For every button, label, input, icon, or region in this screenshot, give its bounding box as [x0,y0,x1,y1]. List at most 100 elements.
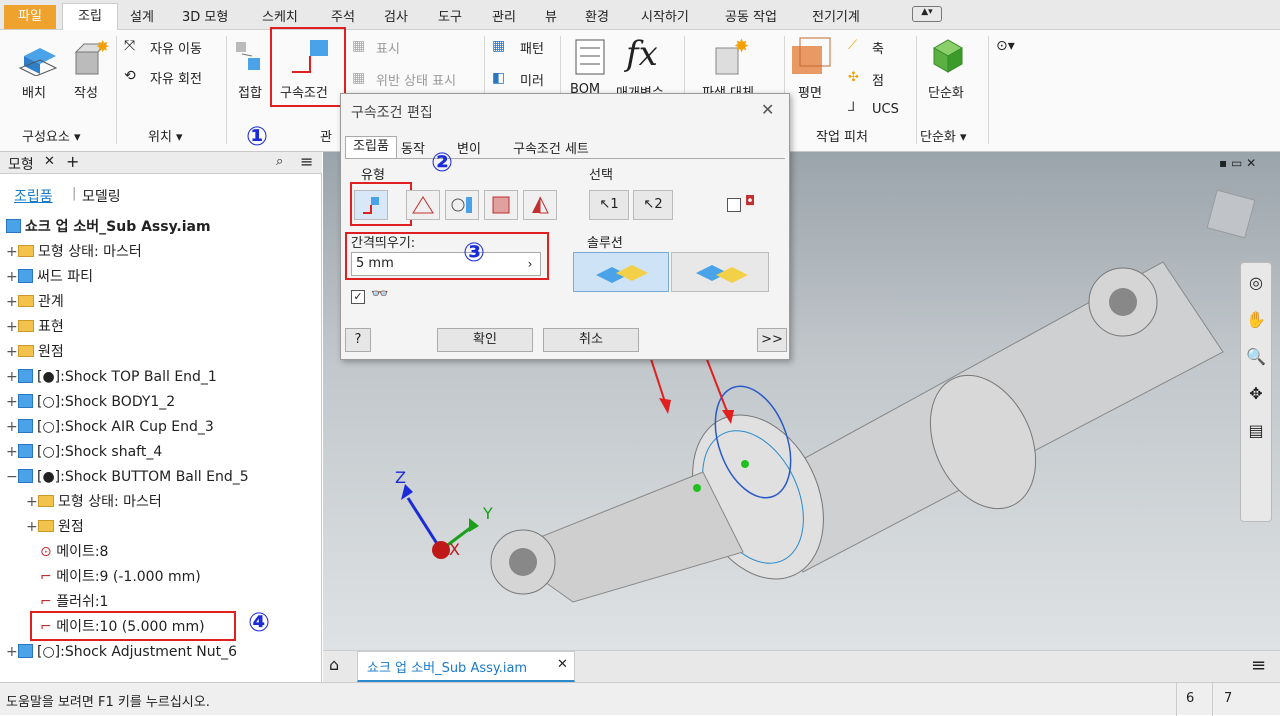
orbit-icon[interactable]: ✥ [1241,384,1271,403]
tab-sketch[interactable]: 스케치 [262,6,298,25]
mirror-button[interactable]: 미러 [520,70,544,89]
expand-icon[interactable]: + [6,440,18,464]
tab-get-started[interactable]: 시작하기 [641,6,689,25]
tab-electromechanical[interactable]: 전기기계 [812,6,860,25]
pattern-button[interactable]: 패턴 [520,38,544,57]
help-button[interactable]: ? [345,328,371,352]
tab-assembly[interactable]: 조립품 [345,136,397,158]
show-sick-button[interactable]: 위반 상태 표시 [376,70,456,89]
tab-environments[interactable]: 환경 [585,6,609,25]
tree-item[interactable]: + [●]:Shock TOP Ball End_1 [6,365,217,389]
expand-icon[interactable]: + [6,290,18,314]
tab-motion[interactable]: 동작 [401,138,425,157]
ribbon-toggle-icon[interactable]: ▲▾ [912,6,942,22]
panel-simplification[interactable]: 단순화 ▾ [920,126,967,145]
file-tab[interactable]: 파일 [4,5,56,29]
tab-view[interactable]: 뷰 [545,6,557,25]
look-at-icon[interactable]: ▤ [1241,421,1271,440]
expand-icon[interactable]: + [6,315,18,339]
tree-item[interactable]: + 모형 상태: 마스터 [26,490,162,514]
tab-tools[interactable]: 도구 [438,6,462,25]
tab-3d-model[interactable]: 3D 모형 [182,6,228,25]
tree-item[interactable]: + 모형 상태: 마스터 [6,240,142,264]
show-button[interactable]: 표시 [376,38,400,57]
tree-item[interactable]: + [○]:Shock AIR Cup End_3 [6,415,214,439]
menu-icon[interactable]: ≡ [1251,655,1266,676]
place-button[interactable]: 배치 [22,82,46,101]
expand-icon[interactable]: + [6,365,18,389]
select-1-button[interactable]: ↖1 [589,190,629,220]
free-rotate-button[interactable]: 자유 회전 [150,68,202,87]
tree-item[interactable]: ⌐ 메이트:9 (-1.000 mm) [40,565,201,589]
expand-icon[interactable]: + [26,490,38,514]
panel-component[interactable]: 구성요소 ▾ [22,126,81,145]
pan-icon[interactable]: ✋ [1241,310,1271,329]
close-icon[interactable]: ✕ [557,657,568,672]
axis-button[interactable]: 축 [872,38,884,57]
tab-annotate[interactable]: 주석 [331,6,355,25]
more-button[interactable]: >> [757,328,787,352]
close-icon[interactable]: ✕ [761,100,774,119]
tree-item[interactable]: + [○]:Shock shaft_4 [6,440,162,464]
tree-root[interactable]: 쇼크 업 소버_Sub Assy.iam [6,215,211,239]
select-2-button[interactable]: ↖2 [633,190,673,220]
browser-title[interactable]: 모형 [8,154,34,174]
tree-item[interactable]: + 표현 [6,315,64,339]
expand-icon[interactable]: + [26,515,38,539]
tab-assembly[interactable]: 조립품 [14,186,53,206]
search-icon[interactable]: ⌕ [276,154,283,169]
tangent-type-button[interactable] [445,190,479,220]
tab-manage[interactable]: 관리 [492,6,516,25]
cancel-button[interactable]: 취소 [543,328,639,352]
menu-icon[interactable]: ≡ [300,152,313,171]
angle-type-button[interactable] [406,190,440,220]
expand-icon[interactable]: + [6,240,18,264]
tab-collaborate[interactable]: 공동 작업 [725,6,777,25]
dropdown-circle-icon[interactable]: ⊙▾ [996,38,1015,54]
tree-item[interactable]: ⊙ 메이트:8 [40,540,108,564]
viewport-window-controls[interactable]: ▪ ▭ ✕ [1219,156,1256,170]
tree-item[interactable]: + 원점 [6,340,64,364]
tab-assemble[interactable]: 조립 [62,3,118,31]
ok-button[interactable]: 확인 [437,328,533,352]
preview-checkbox[interactable]: ✓ [351,290,365,304]
expand-icon[interactable]: + [6,640,18,664]
simplify-button[interactable]: 단순화 [928,82,964,101]
solution-flush-button[interactable] [671,252,769,292]
insert-type-button[interactable] [484,190,518,220]
tab-constraint-set[interactable]: 구속조건 세트 [513,138,589,157]
expand-icon[interactable]: + [6,265,18,289]
tree-item[interactable]: + [○]:Shock Adjustment Nut_6 [6,640,237,664]
tree-item[interactable]: − [●]:Shock BUTTOM Ball End_5 [6,465,249,489]
tab-modeling[interactable]: 모델링 [82,186,121,206]
point-button[interactable]: 점 [872,70,884,89]
create-icon[interactable]: ✸ [70,37,110,76]
expand-icon[interactable]: + [6,415,18,439]
place-icon[interactable] [18,38,58,77]
tab-inspect[interactable]: 검사 [384,6,408,25]
collapse-icon[interactable]: − [6,465,18,489]
tree-item[interactable]: + 원점 [26,515,84,539]
expand-icon[interactable]: + [6,390,18,414]
symmetry-type-button[interactable] [523,190,557,220]
select-2-label: 2 [654,197,663,212]
tree-item[interactable]: + [○]:Shock BODY1_2 [6,390,175,414]
expand-icon[interactable]: + [6,340,18,364]
solution-mate-button[interactable] [573,252,669,292]
tab-design[interactable]: 설계 [130,6,154,25]
tab-transitional[interactable]: 변이 [457,138,481,157]
create-button[interactable]: 작성 [74,82,98,101]
free-move-button[interactable]: 자유 이동 [150,38,202,57]
tree-item[interactable]: + 관계 [6,290,64,314]
add-icon[interactable]: + [66,152,79,171]
home-icon[interactable]: ⌂ [329,655,339,674]
steering-wheel-icon[interactable]: ◎ [1241,273,1271,292]
panel-position[interactable]: 위치 ▾ [148,126,183,145]
zoom-icon[interactable]: 🔍 [1241,347,1271,366]
first-occurrence-checkbox[interactable] [727,198,741,212]
join-button[interactable]: 접합 [238,82,262,101]
close-icon[interactable]: ✕ [44,154,55,169]
plane-button[interactable]: 평면 [798,82,822,101]
ucs-button[interactable]: UCS [872,102,899,117]
tree-item[interactable]: + 써드 파티 [6,265,93,289]
